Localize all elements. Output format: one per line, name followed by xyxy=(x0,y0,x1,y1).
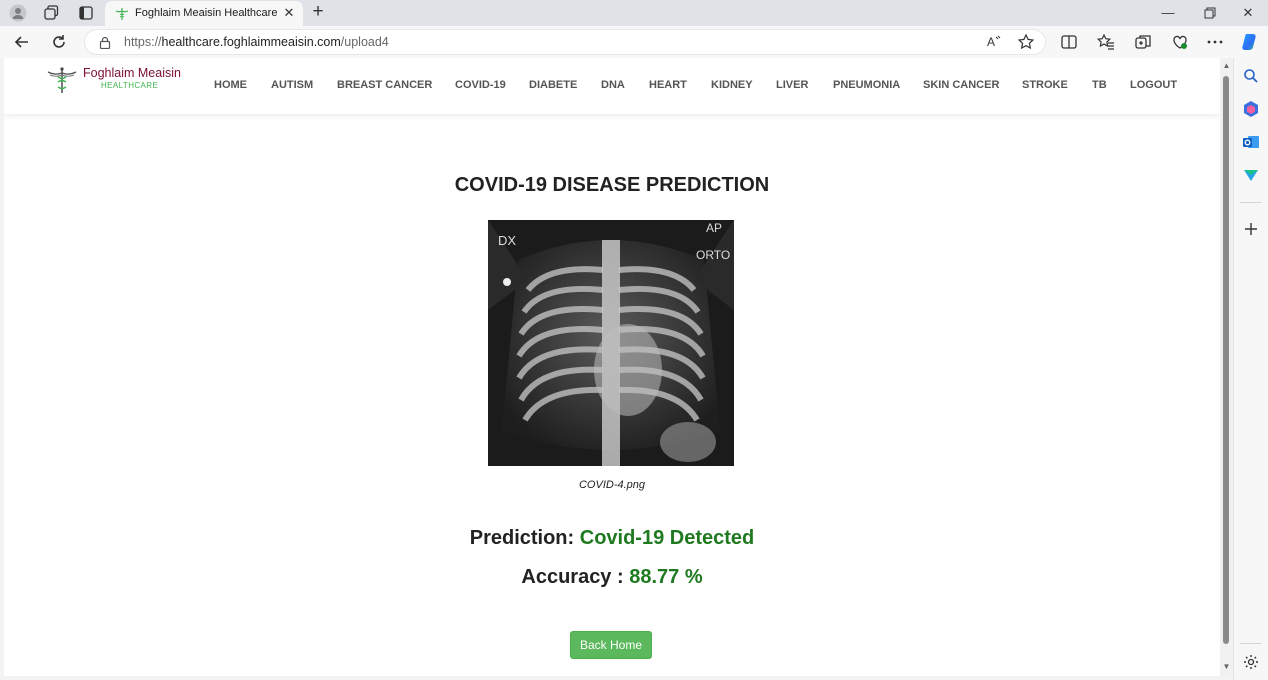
nav-stroke[interactable]: STROKE xyxy=(1022,79,1068,91)
sidebar-divider xyxy=(1240,202,1262,203)
favorite-star-icon[interactable] xyxy=(1016,32,1036,52)
favorites-icon[interactable] xyxy=(1096,32,1116,52)
prediction-result: Prediction: Covid-19 Detected xyxy=(4,527,1220,550)
xray-label-dx: DX xyxy=(498,233,516,248)
caduceus-favicon-icon xyxy=(115,8,129,20)
scroll-up-arrow-icon[interactable]: ▲ xyxy=(1221,61,1232,71)
prediction-value: Covid-19 Detected xyxy=(579,527,755,549)
back-arrow-icon[interactable] xyxy=(12,32,32,52)
nav-logout[interactable]: LOGOUT xyxy=(1130,79,1177,91)
office-icon[interactable] xyxy=(1242,100,1260,118)
svg-text:A: A xyxy=(987,35,995,49)
more-menu-icon[interactable] xyxy=(1205,32,1225,52)
nav-home[interactable]: HOME xyxy=(214,79,247,91)
edge-sidebar xyxy=(1233,58,1268,680)
xray-image: DX AP ORTO xyxy=(488,220,734,466)
sidebar-divider-bottom xyxy=(1240,643,1262,644)
collections-icon[interactable] xyxy=(1133,32,1153,52)
xray-label-ap: AP xyxy=(706,221,722,235)
page-scrollbar[interactable]: ▲ ▼ xyxy=(1220,58,1233,676)
add-icon[interactable] xyxy=(1242,220,1260,238)
prediction-label: Prediction: xyxy=(469,527,575,549)
nav-kidney[interactable]: KIDNEY xyxy=(711,79,753,91)
page-title: COVID-19 DISEASE PREDICTION xyxy=(454,174,770,196)
nav-skin-cancer[interactable]: SKIN CANCER xyxy=(923,79,999,91)
address-bar[interactable]: https://healthcare.foghlaimmeaisin.com/u… xyxy=(84,29,1046,55)
workspaces-icon[interactable] xyxy=(42,4,60,22)
image-caption: COVID-4.png xyxy=(578,479,646,491)
url-path: /upload4 xyxy=(340,35,389,49)
caduceus-logo-icon[interactable] xyxy=(47,66,77,94)
nav-covid-19[interactable]: COVID-19 xyxy=(455,79,506,91)
brand-name[interactable]: Foghlaim Meaisin xyxy=(83,66,181,80)
vertical-tabs-icon[interactable] xyxy=(77,4,95,22)
refresh-icon[interactable] xyxy=(49,32,69,52)
title-bar: Foghlaim Meaisin Healthcare ✕ + — ✕ xyxy=(0,0,1268,27)
accuracy-value: 88.77 % xyxy=(629,566,703,588)
browser-essentials-icon[interactable] xyxy=(1170,32,1190,52)
read-aloud-icon[interactable]: A xyxy=(984,32,1004,52)
nav-diabete[interactable]: DIABETE xyxy=(529,79,577,91)
url-host: healthcare.foghlaimmeaisin.com xyxy=(161,35,341,49)
accuracy-result: Accuracy : 88.77 % xyxy=(4,566,1220,589)
url-prefix: https:// xyxy=(124,35,162,49)
outlook-icon[interactable] xyxy=(1242,133,1260,151)
restore-icon[interactable] xyxy=(1199,3,1221,23)
scroll-thumb[interactable] xyxy=(1223,76,1229,644)
nav-heart[interactable]: HEART xyxy=(649,79,687,91)
nav-liver[interactable]: LIVER xyxy=(776,79,808,91)
tab-title: Foghlaim Meaisin Healthcare xyxy=(135,7,278,19)
brand-subtitle: HEALTHCARE xyxy=(101,81,159,90)
profile-icon[interactable] xyxy=(9,4,27,22)
split-screen-icon[interactable] xyxy=(1059,32,1079,52)
site-header: Foghlaim Meaisin HEALTHCARE HOME AUTISM … xyxy=(4,58,1220,114)
settings-gear-icon[interactable] xyxy=(1242,653,1260,671)
page-viewport: Foghlaim Meaisin HEALTHCARE HOME AUTISM … xyxy=(4,58,1220,676)
nav-tb[interactable]: TB xyxy=(1092,79,1107,91)
nav-autism[interactable]: AUTISM xyxy=(271,79,313,91)
search-icon[interactable] xyxy=(1242,67,1260,85)
accuracy-label: Accuracy : xyxy=(521,566,624,588)
minimize-icon[interactable]: — xyxy=(1157,3,1179,23)
nav-dna[interactable]: DNA xyxy=(601,79,625,91)
nav-pneumonia[interactable]: PNEUMONIA xyxy=(833,79,900,91)
address-toolbar: https://healthcare.foghlaimmeaisin.com/u… xyxy=(0,26,1268,58)
copilot-icon[interactable] xyxy=(1240,32,1260,52)
lock-icon[interactable] xyxy=(99,36,111,49)
new-tab-button[interactable]: + xyxy=(309,2,327,21)
url-text[interactable]: https://healthcare.foghlaimmeaisin.com/u… xyxy=(124,35,389,49)
nav-breast-cancer[interactable]: BREAST CANCER xyxy=(337,79,432,91)
close-window-icon[interactable]: ✕ xyxy=(1237,3,1259,23)
back-home-button[interactable]: Back Home xyxy=(570,631,652,659)
close-tab-icon[interactable]: ✕ xyxy=(281,5,297,21)
xray-label-orto: ORTO xyxy=(696,248,730,262)
drop-icon[interactable] xyxy=(1242,166,1260,184)
scroll-down-arrow-icon[interactable]: ▼ xyxy=(1221,662,1232,672)
browser-tab[interactable]: Foghlaim Meaisin Healthcare ✕ xyxy=(105,1,303,27)
